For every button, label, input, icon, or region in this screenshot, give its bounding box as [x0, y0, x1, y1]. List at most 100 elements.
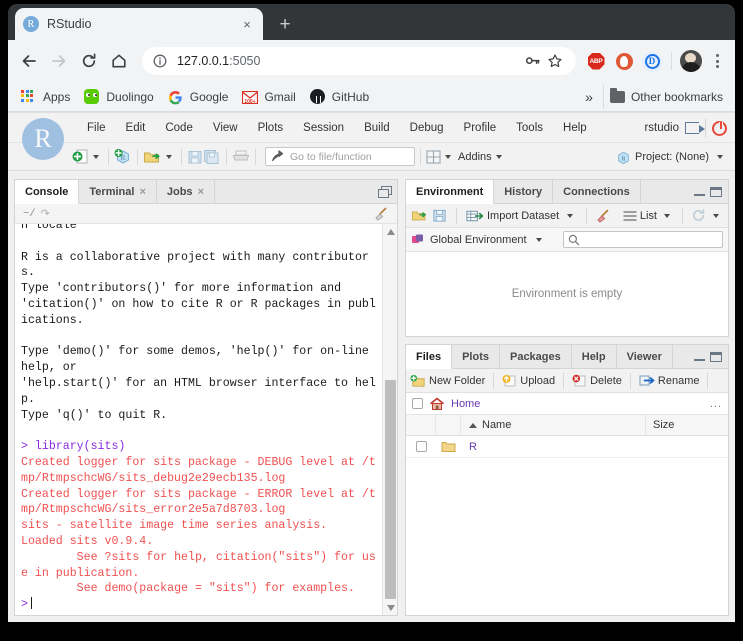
select-all-checkbox[interactable]: [412, 398, 423, 409]
new-tab-button[interactable]: +: [272, 12, 298, 38]
power-quit-icon[interactable]: [712, 120, 727, 136]
pane-stack-icon[interactable]: [378, 186, 392, 198]
bookmark-apps[interactable]: Apps: [14, 85, 77, 109]
environment-search-input[interactable]: [563, 231, 723, 248]
pane-layout-icon[interactable]: [426, 146, 441, 168]
menu-view[interactable]: View: [204, 118, 247, 138]
console-output[interactable]: n locale R is a collaborative project wi…: [15, 224, 382, 615]
console-scrollbar[interactable]: [382, 224, 397, 615]
menu-tools[interactable]: Tools: [507, 118, 552, 138]
tab-packages[interactable]: Packages: [499, 345, 572, 368]
clear-console-broom-icon[interactable]: [374, 207, 389, 221]
refresh-icon[interactable]: [691, 205, 706, 227]
console-body[interactable]: n locale R is a collaborative project wi…: [15, 224, 397, 615]
three-dot-menu-icon[interactable]: [705, 49, 729, 73]
menu-debug[interactable]: Debug: [401, 118, 453, 138]
bookmark-star-icon[interactable]: [544, 50, 566, 72]
row-file-name[interactable]: R: [461, 441, 646, 453]
delete-button[interactable]: Delete: [572, 374, 622, 388]
tab-files[interactable]: Files: [406, 345, 453, 369]
menu-profile[interactable]: Profile: [455, 118, 506, 138]
tab-console[interactable]: Console: [15, 180, 80, 204]
new-file-icon[interactable]: [72, 146, 89, 168]
goto-file-function-input[interactable]: Go to file/function: [265, 147, 415, 166]
browser-tab[interactable]: R RStudio ×: [15, 8, 263, 40]
home-icon[interactable]: [104, 46, 134, 76]
clear-objects-broom-icon[interactable]: [596, 205, 611, 227]
save-workspace-icon[interactable]: [432, 205, 447, 227]
close-icon[interactable]: ×: [239, 16, 255, 32]
maximize-pane-icon[interactable]: [710, 186, 722, 197]
list-view-icon[interactable]: [623, 205, 637, 227]
bookmark-github[interactable]: GitHub: [303, 85, 376, 109]
minimize-pane-icon[interactable]: [694, 188, 705, 196]
site-info-icon[interactable]: [152, 53, 168, 69]
column-header-size[interactable]: Size: [646, 415, 728, 435]
chevron-down-icon[interactable]: [166, 154, 172, 159]
address-bar[interactable]: 127.0.0.1:5050: [142, 47, 576, 75]
bookmarks-overflow-button[interactable]: »: [577, 89, 601, 105]
maximize-pane-icon[interactable]: [710, 351, 722, 362]
close-icon[interactable]: ×: [198, 186, 204, 198]
row-checkbox[interactable]: [415, 441, 427, 452]
tab-connections[interactable]: Connections: [553, 180, 641, 203]
reload-icon[interactable]: [74, 46, 104, 76]
adblock-plus-extension-icon[interactable]: ABP: [584, 49, 608, 73]
import-dataset-label[interactable]: Import Dataset: [487, 210, 559, 222]
files-breadcrumb-home[interactable]: Home: [451, 398, 480, 410]
menu-file[interactable]: File: [78, 118, 115, 138]
rename-button[interactable]: Rename: [639, 374, 699, 387]
tab-jobs[interactable]: Jobs ×: [156, 180, 215, 203]
logout-icon[interactable]: [685, 122, 705, 134]
console-working-directory: ~/: [23, 207, 36, 220]
menu-session[interactable]: Session: [294, 118, 353, 138]
chevron-down-icon[interactable]: [445, 154, 451, 159]
tab-viewer[interactable]: Viewer: [616, 345, 673, 368]
new-folder-button[interactable]: New Folder: [410, 374, 485, 388]
other-bookmarks-button[interactable]: Other bookmarks: [602, 84, 729, 109]
bookmark-gmail[interactable]: 100+ Gmail: [235, 85, 302, 109]
menu-code[interactable]: Code: [156, 118, 202, 138]
chevron-down-icon[interactable]: [535, 237, 542, 242]
tab-terminal[interactable]: Terminal ×: [79, 180, 157, 203]
load-workspace-icon[interactable]: [411, 205, 428, 227]
project-selector[interactable]: R Project: (None): [616, 143, 727, 171]
scrollbar-thumb[interactable]: [385, 380, 396, 599]
chevron-down-icon[interactable]: [567, 213, 574, 218]
tab-plots[interactable]: Plots: [452, 345, 500, 368]
list-view-label[interactable]: List: [640, 210, 657, 222]
menu-build[interactable]: Build: [355, 118, 399, 138]
scroll-down-icon[interactable]: [383, 600, 397, 615]
tab-help[interactable]: Help: [571, 345, 617, 368]
table-row[interactable]: R: [406, 436, 728, 458]
addins-label[interactable]: Addins: [458, 151, 492, 163]
new-project-icon[interactable]: R: [114, 146, 132, 168]
bookmark-duolingo[interactable]: Duolingo: [77, 85, 160, 109]
open-folder-icon[interactable]: [143, 146, 162, 168]
chevron-down-icon[interactable]: [93, 154, 99, 159]
disconnect-extension-icon[interactable]: D: [640, 49, 664, 73]
menu-help[interactable]: Help: [554, 118, 596, 138]
column-header-name[interactable]: Name: [461, 415, 646, 435]
tab-environment[interactable]: Environment: [406, 180, 495, 204]
tab-history[interactable]: History: [494, 180, 554, 203]
duckduckgo-extension-icon[interactable]: [612, 49, 636, 73]
chevron-down-icon[interactable]: [717, 155, 723, 159]
open-in-new-window-icon[interactable]: ↷: [41, 207, 50, 220]
chevron-down-icon[interactable]: [495, 154, 502, 159]
password-key-icon[interactable]: [522, 50, 544, 72]
minimize-pane-icon[interactable]: [694, 353, 705, 361]
chevron-down-icon[interactable]: [713, 213, 719, 218]
menu-plots[interactable]: Plots: [249, 118, 293, 138]
chevron-down-icon[interactable]: [664, 213, 670, 218]
import-dataset-icon[interactable]: [466, 205, 483, 227]
more-options-icon[interactable]: ...: [710, 398, 722, 410]
upload-button[interactable]: Upload: [502, 374, 555, 388]
menu-edit[interactable]: Edit: [117, 118, 155, 138]
bookmark-google[interactable]: Google: [161, 85, 236, 109]
close-icon[interactable]: ×: [139, 186, 145, 198]
avatar[interactable]: [680, 50, 702, 72]
environment-scope-label[interactable]: Global Environment: [430, 234, 527, 246]
back-arrow-icon[interactable]: [14, 46, 44, 76]
scroll-up-icon[interactable]: [383, 224, 397, 239]
